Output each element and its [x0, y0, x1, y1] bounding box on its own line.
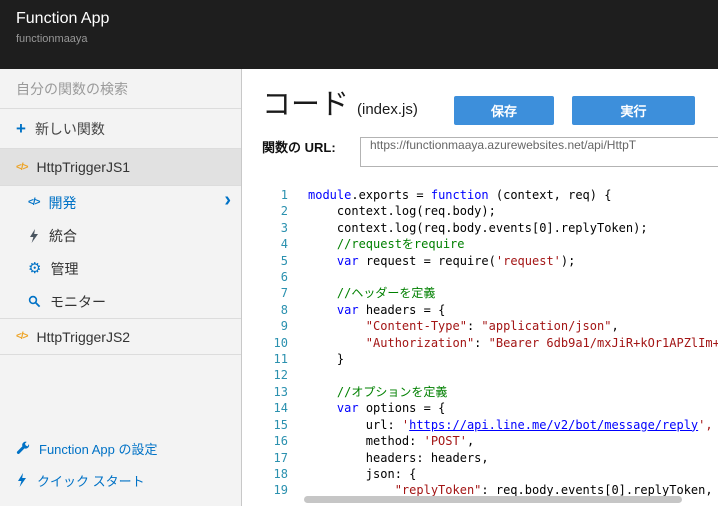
function-search-box — [0, 69, 241, 109]
line-numbers: 1 2 3 4 5 6 7 8 9 10 11 12 13 14 15 16 17 18 19 — [273, 188, 288, 498]
sidebar-item-develop[interactable]: </> 開発 › — [0, 186, 241, 219]
monitor-label: モニター — [50, 293, 106, 310]
wrench-icon — [16, 441, 30, 454]
quickstart-label: クイック スタート — [37, 473, 145, 489]
chevron-right-icon: › — [224, 189, 231, 211]
function-search-input[interactable] — [16, 80, 225, 97]
save-button[interactable]: 保存 — [454, 96, 554, 125]
page-title: コード — [262, 89, 350, 121]
sidebar-item-httptriggerjs1[interactable]: </> HttpTriggerJS1 — [0, 149, 241, 186]
scrollbar-thumb[interactable] — [304, 496, 683, 503]
plus-icon: + — [16, 119, 26, 138]
main-content: コード (index.js) 保存 実行 関数の URL: https://fu… — [242, 69, 718, 506]
sidebar-item-integrate[interactable]: 統合 — [0, 219, 241, 252]
app-subtitle: functionmaaya — [16, 33, 88, 45]
sidebar-item-httptriggerjs2[interactable]: </> HttpTriggerJS2 — [0, 318, 241, 355]
sidebar-item-new-function[interactable]: + 新しい関数 — [0, 109, 241, 149]
function-url-label: 関数の URL: — [262, 140, 336, 155]
sidebar-item-monitor[interactable]: モニター — [0, 285, 241, 318]
code-editor[interactable]: 1 2 3 4 5 6 7 8 9 10 11 12 13 14 15 16 17 18 19 module.exp… — [242, 185, 718, 506]
manage-label: 管理 — [50, 260, 79, 277]
code-icon: </> — [28, 197, 41, 208]
code-lines[interactable]: module.exports = function (context, req)… — [298, 185, 718, 506]
page-title-wrap: コード (index.js) — [262, 81, 418, 123]
integrate-label: 統合 — [49, 227, 77, 244]
function-icon: </> — [16, 331, 29, 342]
sidebar: + 新しい関数 </> HttpTriggerJS1 </> 開発 › 統合 ⚙… — [0, 69, 242, 506]
function-url-input[interactable]: https://functionmaaya.azurewebsites.net/… — [360, 137, 718, 167]
app-title: Function App — [16, 10, 110, 27]
sidebar-item-quickstart[interactable]: クイック スタート — [0, 464, 241, 496]
run-button[interactable]: 実行 — [572, 96, 695, 125]
settings-label: Function App の設定 — [39, 441, 158, 457]
sidebar-footer: Function App の設定 クイック スタート — [0, 432, 241, 496]
horizontal-scrollbar[interactable] — [304, 496, 690, 503]
function2-label: HttpTriggerJS2 — [36, 328, 131, 345]
develop-label: 開発 — [48, 194, 77, 211]
magnifier-icon — [28, 295, 41, 308]
lightning-icon — [18, 473, 26, 487]
page-subtitle: (index.js) — [357, 101, 418, 118]
function-icon: </> — [16, 161, 29, 173]
sidebar-item-function-app-settings[interactable]: Function App の設定 — [0, 432, 241, 464]
sidebar-item-manage[interactable]: ⚙ 管理 — [0, 252, 241, 285]
lightning-icon — [30, 228, 38, 243]
gear-icon: ⚙ — [28, 260, 42, 277]
function1-label: HttpTriggerJS1 — [36, 159, 131, 175]
new-function-label: 新しい関数 — [34, 120, 105, 137]
app-header: Function App functionmaaya — [0, 0, 718, 69]
